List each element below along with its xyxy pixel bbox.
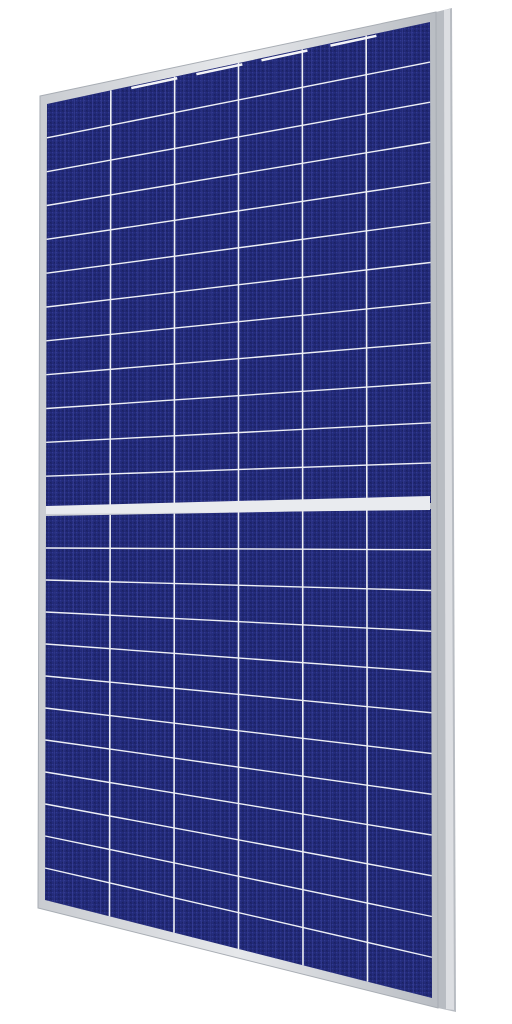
cell-column-separator [109, 90, 112, 509]
cell-column-separator [366, 510, 369, 982]
cell-column-separator [365, 35, 368, 505]
cell-column-separator [108, 514, 111, 917]
solar-panel [37, 8, 456, 1012]
solar-panel-image [0, 0, 512, 1024]
